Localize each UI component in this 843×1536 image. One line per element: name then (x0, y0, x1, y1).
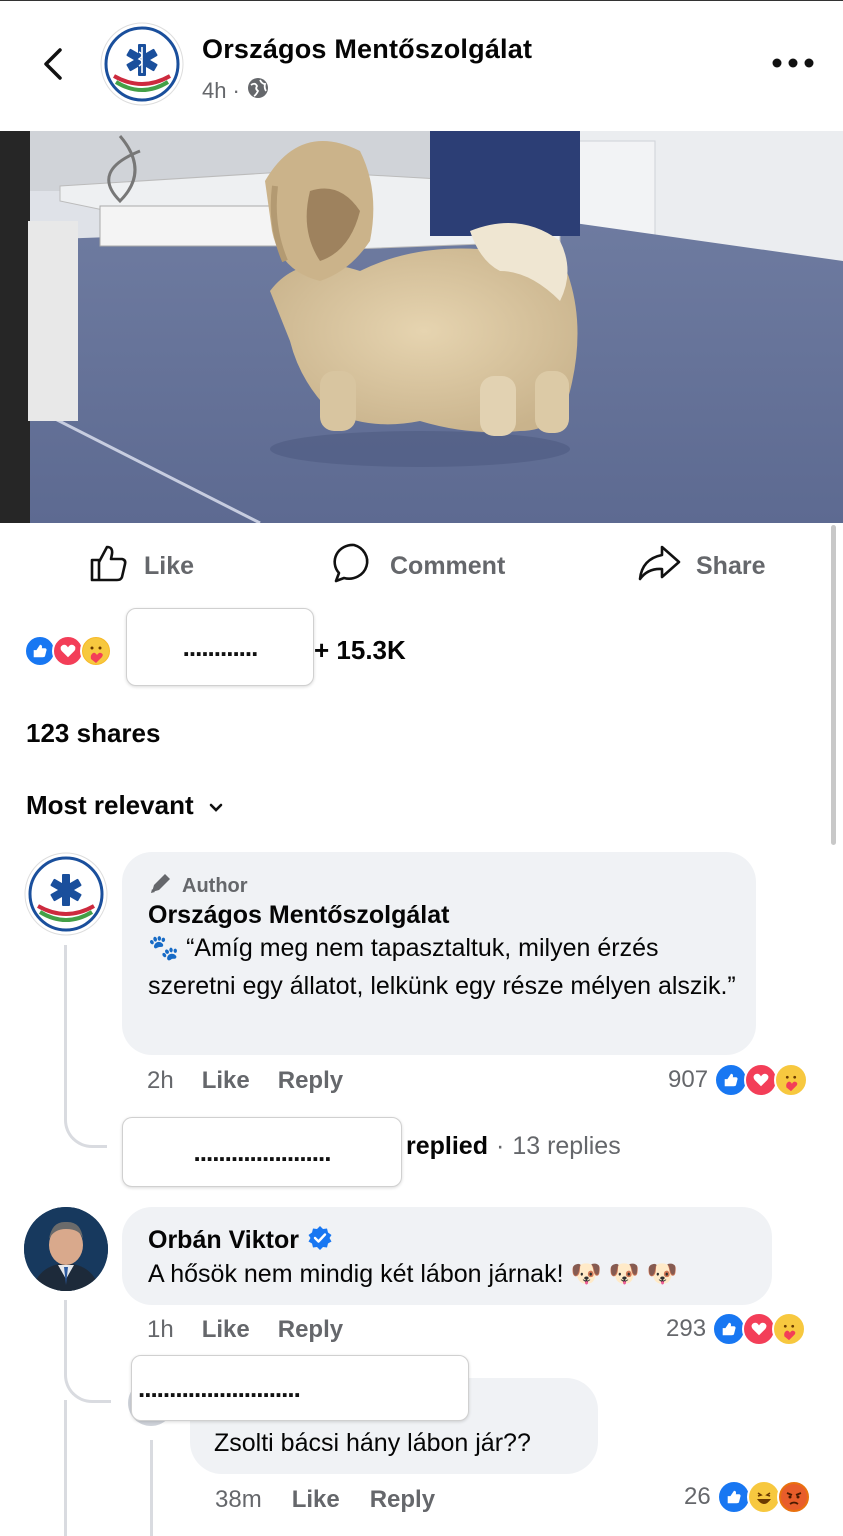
comment-reaction-count: 293 (666, 1315, 707, 1342)
comment-time: 1h (147, 1316, 174, 1343)
comment-avatar[interactable] (24, 852, 108, 936)
shares-count[interactable]: 123 shares (26, 718, 160, 749)
post-meta: 4h · (202, 76, 270, 106)
thread-line (64, 945, 107, 1148)
reply-reactions[interactable]: 26 (684, 1480, 811, 1514)
comment-button[interactable]: Comment (332, 540, 505, 592)
post-time: 4h (202, 78, 227, 103)
comment-author-row: Orbán Viktor (148, 1225, 333, 1256)
comment-reactions[interactable]: 293 (666, 1312, 807, 1346)
like-icon (86, 541, 130, 592)
pen-icon (148, 870, 174, 902)
view-replies-link[interactable]: replied · 13 replies (406, 1132, 621, 1161)
love-reaction-icon (744, 1063, 779, 1097)
thread-line (64, 1300, 111, 1403)
comment-bubble[interactable]: Orbán Viktor A hősök nem mindig két lábo… (122, 1207, 772, 1305)
logo-icon (24, 852, 108, 936)
sort-dropdown[interactable]: Most relevant (26, 790, 224, 821)
share-button[interactable]: Share (636, 540, 765, 592)
comment-reactions[interactable]: 907 (668, 1063, 809, 1097)
thread-line (64, 1400, 68, 1536)
person-photo (24, 1207, 108, 1291)
comment-time: 2h (147, 1067, 174, 1094)
comment-text-body: “Amíg meg nem tapasztaltuk, milyen érzés… (148, 934, 736, 1000)
author-badge-label: Author (182, 874, 248, 897)
share-label: Share (696, 551, 766, 580)
like-label: Like (144, 551, 195, 580)
comment-bubble[interactable]: Author Országos Mentőszolgálat 🐾 “Amíg m… (122, 852, 756, 1055)
like-reaction-icon (714, 1063, 749, 1097)
reply-reaction-count: 26 (684, 1483, 711, 1510)
comment-like-button[interactable]: Like (202, 1067, 250, 1095)
top-divider (0, 0, 843, 1)
comment-label: Comment (390, 551, 506, 580)
care-reaction-icon (774, 1063, 809, 1097)
replies-separator: · (495, 1132, 505, 1160)
like-reaction-icon (712, 1312, 747, 1346)
reply-text: Zsolti bácsi hány lábon jár?? (214, 1429, 531, 1457)
author-badge: Author (148, 870, 248, 902)
comment-reaction-count: 907 (668, 1066, 709, 1093)
comment-reply-button[interactable]: Reply (278, 1316, 343, 1344)
like-reaction-icon (716, 1480, 751, 1514)
reaction-count[interactable]: + 15.3K (314, 635, 406, 666)
reply-reply-button[interactable]: Reply (370, 1486, 435, 1514)
haha-reaction-icon (746, 1480, 781, 1514)
comment-author[interactable]: Orbán Viktor (148, 1226, 299, 1255)
comment-meta: 2h Like Reply (147, 1067, 343, 1095)
logo-icon (100, 22, 184, 106)
page-avatar[interactable] (100, 22, 184, 106)
replied-label: replied (406, 1132, 488, 1160)
reply-time: 38m (215, 1486, 262, 1513)
reply-reaction-icons (716, 1480, 811, 1514)
comment-author[interactable]: Országos Mentőszolgálat (148, 901, 449, 930)
reaction-icons[interactable] (24, 628, 112, 674)
back-arrow-icon[interactable] (36, 44, 76, 84)
chevron-down-icon (208, 790, 224, 821)
comment-like-button[interactable]: Like (202, 1316, 250, 1344)
comment-reply-button[interactable]: Reply (278, 1067, 343, 1095)
comment-meta: 1h Like Reply (147, 1316, 343, 1344)
care-reaction-icon (80, 635, 112, 667)
redacted-replier[interactable]: ...................... (122, 1117, 402, 1187)
replies-count: 13 replies (512, 1132, 621, 1160)
sort-label: Most relevant (26, 790, 194, 820)
care-reaction-icon (772, 1312, 807, 1346)
like-button[interactable]: Like (86, 540, 194, 592)
redacted-reactors: ............ (126, 608, 314, 686)
reply-like-button[interactable]: Like (292, 1486, 340, 1514)
reply-meta: 38m Like Reply (215, 1486, 435, 1514)
comment-text: 🐾 “Amíg meg nem tapasztaltuk, milyen érz… (148, 929, 740, 1005)
comment-text: A hősök nem mindig két lábon járnak! 🐶 🐶… (148, 1260, 678, 1288)
love-reaction-icon (742, 1312, 777, 1346)
post-photo[interactable] (0, 131, 843, 523)
meta-separator: · (232, 78, 240, 103)
share-icon (636, 541, 682, 592)
comment-reaction-icons (712, 1312, 807, 1346)
more-icon[interactable] (770, 52, 816, 74)
comment-icon (332, 541, 376, 592)
page-name[interactable]: Országos Mentőszolgálat (202, 34, 532, 65)
comment-avatar[interactable] (24, 1207, 108, 1291)
verified-icon (307, 1225, 333, 1256)
angry-reaction-icon (776, 1480, 811, 1514)
paw-emoji: 🐾 (148, 934, 180, 962)
scrollbar[interactable] (831, 525, 836, 845)
globe-icon (246, 76, 270, 106)
thread-line (150, 1440, 154, 1536)
redacted-reply-author[interactable]: .......................... (131, 1355, 469, 1421)
comment-reaction-icons (714, 1063, 809, 1097)
